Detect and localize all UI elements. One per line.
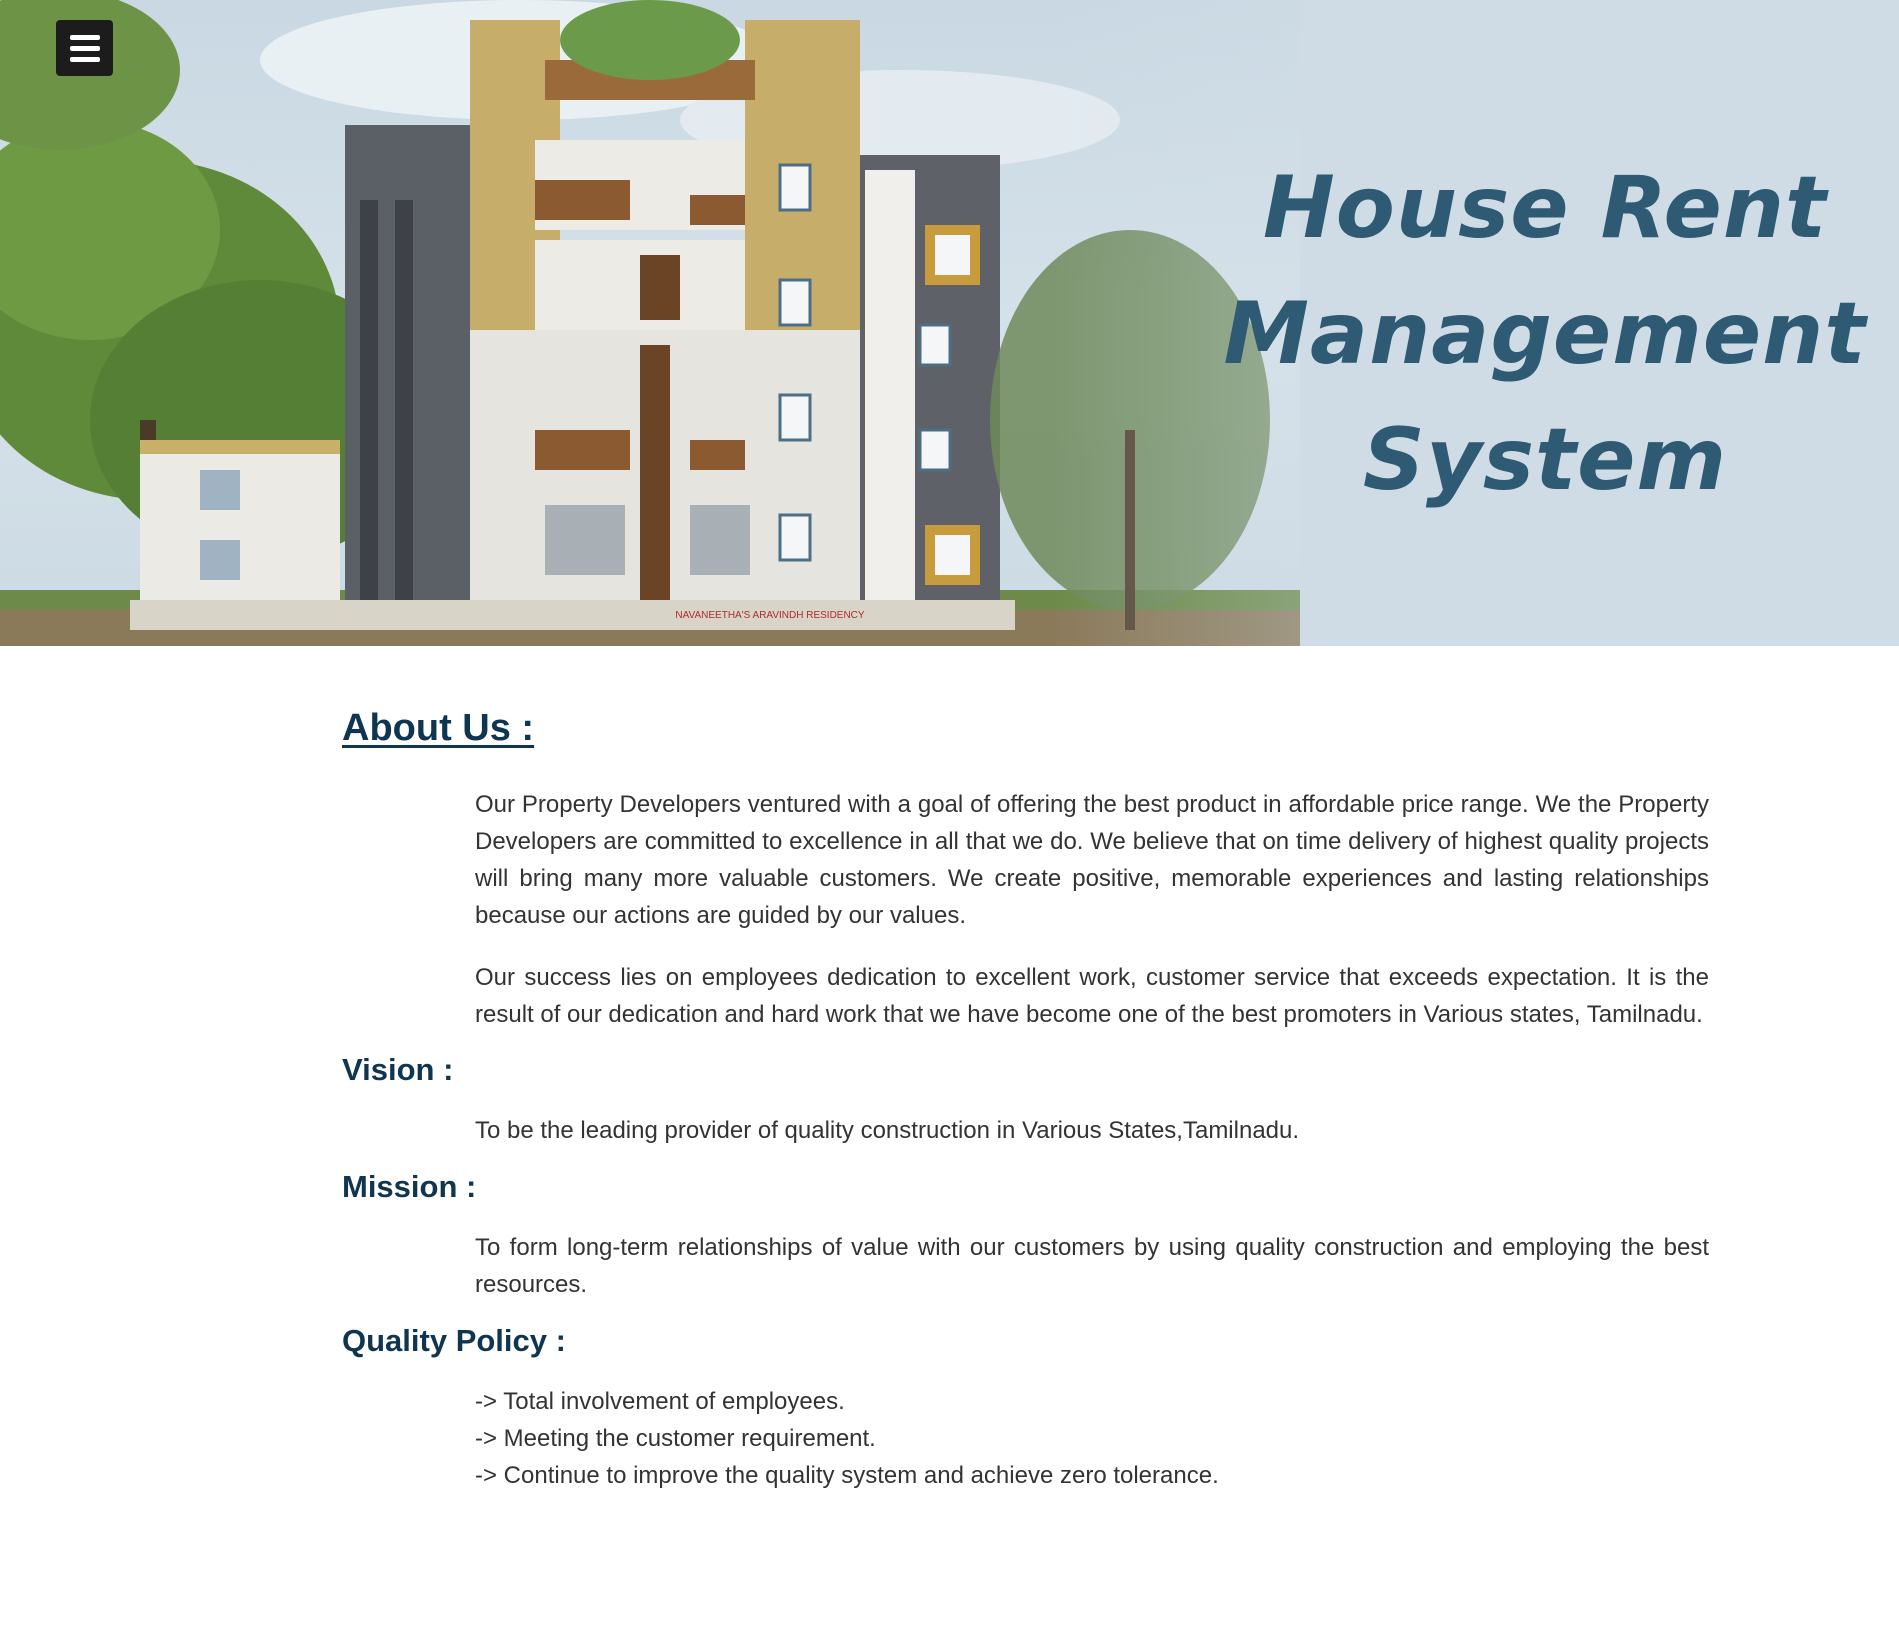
about-heading: About Us : — [342, 707, 535, 749]
main-content: About Us : Our Property Developers ventu… — [342, 700, 1710, 1494]
hero-banner: NAVANEETHA'S ARAVINDH RESIDENCY House Re… — [0, 0, 1899, 646]
quality-policy-heading: Quality Policy : — [342, 1323, 566, 1358]
mission-heading: Mission : — [342, 1169, 477, 1204]
hamburger-menu-button[interactable] — [56, 20, 113, 76]
about-paragraph-2: Our success lies on employees dedication… — [475, 964, 1709, 1028]
quality-policy-item: -> Continue to improve the quality syste… — [475, 1462, 1219, 1489]
building-sign: NAVANEETHA'S ARAVINDH RESIDENCY — [675, 610, 865, 621]
about-paragraph-1: Our Property Developers ventured with a … — [475, 791, 1709, 929]
mission-text: To form long-term relationships of value… — [475, 1234, 1709, 1298]
banner-title: House Rent Management System — [1180, 145, 1899, 523]
vision-text: To be the leading provider of quality co… — [475, 1117, 1300, 1144]
quality-policy-item: -> Meeting the customer requirement. — [475, 1425, 876, 1452]
banner-title-line-3: System — [1362, 410, 1728, 510]
quality-policy-item: -> Total involvement of employees. — [475, 1388, 845, 1415]
banner-title-line-1: House Rent — [1262, 158, 1828, 258]
banner-title-line-2: Management — [1223, 284, 1867, 384]
vision-heading: Vision : — [342, 1052, 454, 1087]
